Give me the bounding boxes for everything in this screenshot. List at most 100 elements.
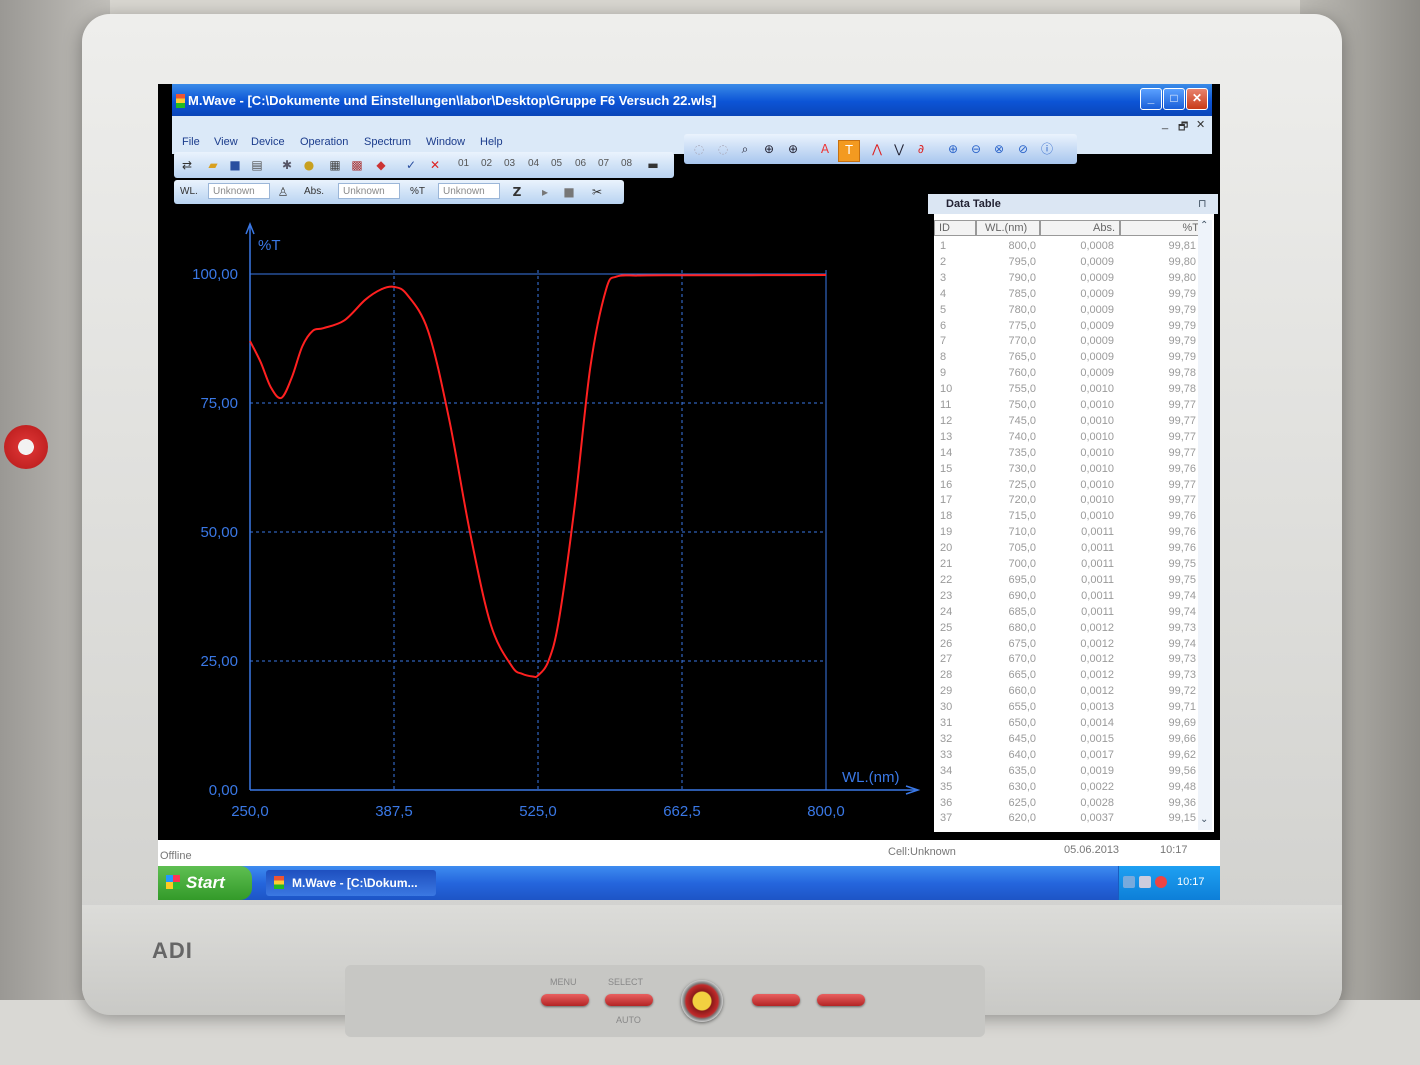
table-row[interactable]: 19 710,0 0,0011 99,76	[934, 526, 1204, 542]
transmission-icon[interactable]: T	[838, 140, 860, 162]
menu-operation[interactable]: Operation	[300, 136, 348, 148]
table-row[interactable]: 14 735,0 0,0010 99,77	[934, 447, 1204, 463]
zoom-in-icon[interactable]: ⊕	[762, 142, 776, 156]
open-icon[interactable]: ▰	[206, 158, 220, 172]
multiply-icon[interactable]: ⊗	[992, 142, 1006, 156]
col-id[interactable]: ID	[934, 220, 976, 236]
table-row[interactable]: 32 645,0 0,0015 99,66	[934, 733, 1204, 749]
table-row[interactable]: 31 650,0 0,0014 99,69	[934, 717, 1204, 733]
mdi-close-button[interactable]: ✕	[1196, 118, 1205, 131]
table-row[interactable]: 23 690,0 0,0011 99,74	[934, 590, 1204, 606]
derivative-icon[interactable]: ∂	[914, 142, 928, 156]
table-row[interactable]: 22 695,0 0,0011 99,75	[934, 574, 1204, 590]
divide-icon[interactable]: ⊘	[1016, 142, 1030, 156]
calc-icon[interactable]: ▦	[328, 158, 342, 172]
network-icon[interactable]	[1123, 876, 1135, 888]
subtract-icon[interactable]: ⊖	[969, 142, 983, 156]
col-wl[interactable]: WL.(nm)	[976, 220, 1040, 236]
cell-07-button[interactable]: 07	[598, 158, 609, 169]
cell-changer-icon[interactable]: ▬	[646, 158, 660, 172]
table-row[interactable]: 26 675,0 0,0012 99,74	[934, 638, 1204, 654]
table-row[interactable]: 2 795,0 0,0009 99,80	[934, 256, 1204, 272]
absorbance-icon[interactable]: A	[818, 142, 832, 156]
data-table-scrollbar[interactable]: ⌃ ⌄	[1198, 220, 1212, 830]
menu-window[interactable]: Window	[426, 136, 465, 148]
pan-icon[interactable]: ◌	[716, 142, 730, 156]
maximize-button[interactable]: □	[1163, 88, 1185, 110]
scroll-down-icon[interactable]: ⌄	[1200, 814, 1208, 825]
table-row[interactable]: 21 700,0 0,0011 99,75	[934, 558, 1204, 574]
grid-icon[interactable]: ▩	[350, 158, 364, 172]
menu-help[interactable]: Help	[480, 136, 503, 148]
table-row[interactable]: 33 640,0 0,0017 99,62	[934, 749, 1204, 765]
table-row[interactable]: 30 655,0 0,0013 99,71	[934, 701, 1204, 717]
monitor-down-button[interactable]	[752, 994, 800, 1006]
cell-01-button[interactable]: 01	[458, 158, 469, 169]
pin-icon[interactable]: ⊓	[1198, 197, 1207, 210]
spectrum-chart[interactable]: 250,0 387,5 525,0 662,5 800,0 0,00 25,00 50,00 7…	[158, 202, 946, 842]
connect-icon[interactable]: ⇄	[180, 158, 194, 172]
monitor-select-button[interactable]	[605, 994, 653, 1006]
zero-icon[interactable]: Z	[510, 185, 524, 199]
run-icon[interactable]: ▸	[538, 185, 552, 199]
table-row[interactable]: 25 680,0 0,0012 99,73	[934, 622, 1204, 638]
tools-icon[interactable]: ✂	[590, 185, 604, 199]
power-button[interactable]	[681, 980, 723, 1022]
security-icon[interactable]	[1155, 876, 1167, 888]
table-row[interactable]: 28 665,0 0,0012 99,73	[934, 669, 1204, 685]
table-row[interactable]: 17 720,0 0,0010 99,77	[934, 494, 1204, 510]
table-row[interactable]: 20 705,0 0,0011 99,76	[934, 542, 1204, 558]
table-row[interactable]: 37 620,0 0,0037 99,15	[934, 812, 1204, 828]
col-abs[interactable]: Abs.	[1040, 220, 1120, 236]
reset-icon[interactable]: ◌	[692, 142, 706, 156]
monitor-menu-button[interactable]	[541, 994, 589, 1006]
save-icon[interactable]: ■	[228, 158, 242, 172]
menu-device[interactable]: Device	[251, 136, 285, 148]
table-row[interactable]: 11 750,0 0,0010 99,77	[934, 399, 1204, 415]
table-row[interactable]: 18 715,0 0,0010 99,76	[934, 510, 1204, 526]
person-icon[interactable]: ♙	[276, 185, 290, 199]
table-row[interactable]: 1 800,0 0,0008 99,81	[934, 240, 1204, 256]
table-row[interactable]: 7 770,0 0,0009 99,79	[934, 335, 1204, 351]
table-row[interactable]: 27 670,0 0,0012 99,73	[934, 653, 1204, 669]
settings-icon[interactable]: ✱	[280, 158, 294, 172]
monitor-up-button[interactable]	[817, 994, 865, 1006]
table-row[interactable]: 10 755,0 0,0010 99,78	[934, 383, 1204, 399]
table-row[interactable]: 5 780,0 0,0009 99,79	[934, 304, 1204, 320]
lamp-icon[interactable]: ●	[302, 158, 316, 172]
menu-file[interactable]: File	[182, 136, 200, 148]
menu-view[interactable]: View	[214, 136, 238, 148]
table-row[interactable]: 6 775,0 0,0009 99,79	[934, 320, 1204, 336]
cell-05-button[interactable]: 05	[551, 158, 562, 169]
table-row[interactable]: 16 725,0 0,0010 99,77	[934, 479, 1204, 495]
zoom-icon[interactable]: ⌕	[738, 142, 752, 156]
print-icon[interactable]: ▤	[250, 158, 264, 172]
check-icon[interactable]: ✓	[404, 158, 418, 172]
table-row[interactable]: 24 685,0 0,0011 99,74	[934, 606, 1204, 622]
stop-icon[interactable]: ■	[562, 185, 576, 199]
col-t[interactable]: %T	[1120, 220, 1206, 236]
table-row[interactable]: 13 740,0 0,0010 99,77	[934, 431, 1204, 447]
close-button[interactable]: ✕	[1186, 88, 1208, 110]
table-row[interactable]: 3 790,0 0,0009 99,80	[934, 272, 1204, 288]
table-row[interactable]: 36 625,0 0,0028 99,36	[934, 797, 1204, 813]
cell-03-button[interactable]: 03	[504, 158, 515, 169]
table-row[interactable]: 9 760,0 0,0009 99,78	[934, 367, 1204, 383]
display-icon[interactable]	[1139, 876, 1151, 888]
cell-04-button[interactable]: 04	[528, 158, 539, 169]
zoom-out-icon[interactable]: ⊕	[786, 142, 800, 156]
table-row[interactable]: 29 660,0 0,0012 99,72	[934, 685, 1204, 701]
start-button[interactable]: Start	[158, 866, 252, 900]
valley-icon[interactable]: ⋁	[892, 142, 906, 156]
table-row[interactable]: 15 730,0 0,0010 99,76	[934, 463, 1204, 479]
mdi-minimize-button[interactable]: _	[1162, 118, 1168, 130]
table-row[interactable]: 35 630,0 0,0022 99,48	[934, 781, 1204, 797]
taskbar-app-button[interactable]: M.Wave - [C:\Dokum...	[266, 870, 436, 896]
mdi-restore-button[interactable]: 🗗	[1178, 118, 1188, 137]
cell-08-button[interactable]: 08	[621, 158, 632, 169]
cell-06-button[interactable]: 06	[575, 158, 586, 169]
add-icon[interactable]: ⊕	[946, 142, 960, 156]
delete-icon[interactable]: ✕	[428, 158, 442, 172]
table-row[interactable]: 12 745,0 0,0010 99,77	[934, 415, 1204, 431]
menu-spectrum[interactable]: Spectrum	[364, 136, 411, 148]
